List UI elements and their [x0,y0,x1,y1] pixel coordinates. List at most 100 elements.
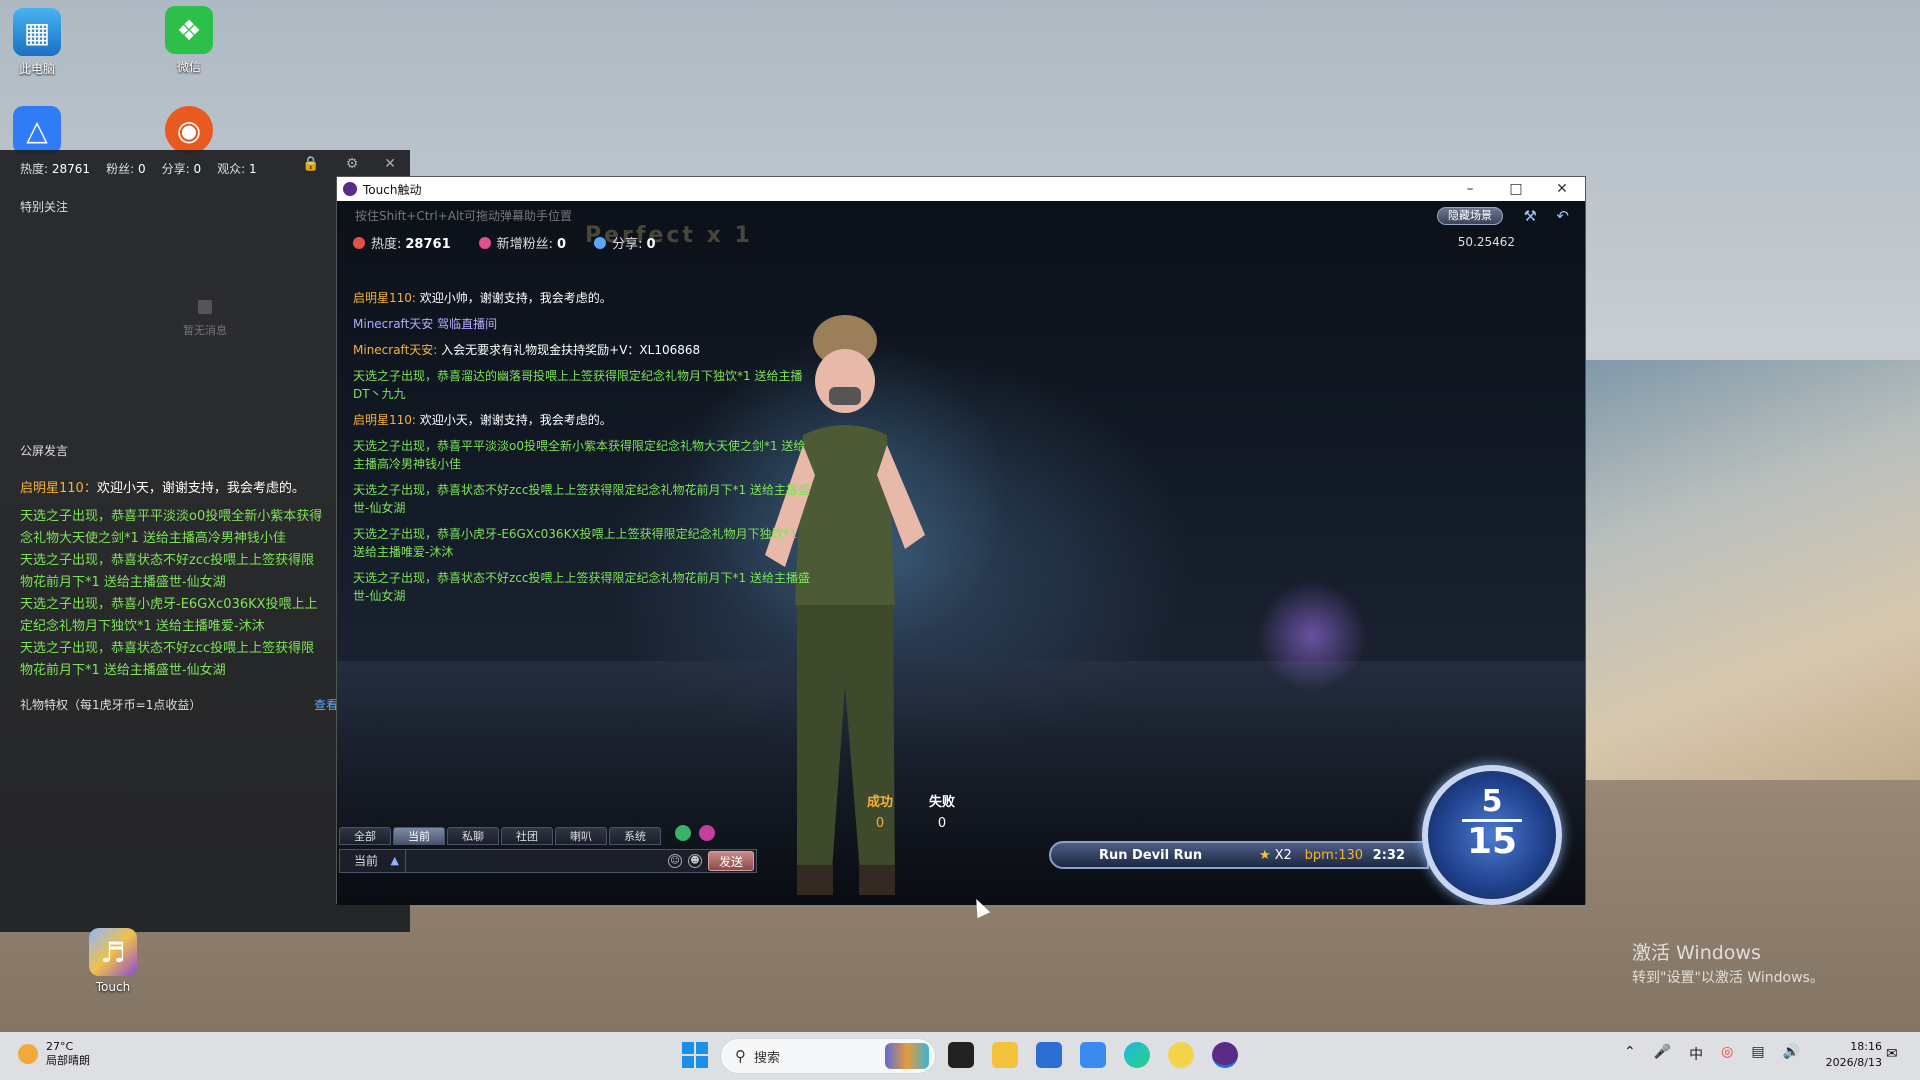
task-view-icon[interactable] [948,1042,974,1068]
wrench-icon[interactable]: ⚒ [1524,207,1537,225]
judge-counter: 成功 0 失败 0 [867,791,955,831]
store-icon[interactable] [1036,1042,1062,1068]
channel-select[interactable]: 当前 ▲ [340,850,406,872]
character-boot-right [859,865,895,895]
file-explorer-icon[interactable] [992,1042,1018,1068]
desktop-wallpaper [1580,360,1920,780]
chat-row: 启明星110: 欢迎小天，谢谢支持，我会考虑的。 [353,413,612,427]
song-info-bar: Run Devil Run ★ X2 bpm:130 2:32 [1049,841,1429,869]
window-title: Touch触动 [363,182,422,197]
taskbar: 27°C 局部晴朗 ⚲ 搜索 ⌃ 🎤 中 ◎ ▤ 🔊 18:16 2026/8/… [0,1032,1920,1080]
emoji-icon[interactable]: ☺ [668,854,682,868]
list-item: 天选之子出现，恭喜状态不好zcc投喂上上签获得限 [20,641,315,656]
tab-speaker[interactable]: 喇叭 [555,827,607,845]
danmaku-chat-log: 启明星110: 欢迎小帅，谢谢支持，我会考虑的。 Minecraft天安 驾临直… [353,289,813,613]
character-mask [829,387,861,405]
desktop-icon-this-pc[interactable]: ▦ 此电脑 [0,8,82,77]
chat-row: 天选之子出现，恭喜溜达的幽落哥投喂上上签获得限定纪念礼物月下独饮*1 送给主播D… [353,369,803,401]
beat-total: 15 [1466,821,1518,862]
tab-club[interactable]: 社团 [501,827,553,845]
antivirus-icon[interactable]: ◎ [1721,1044,1733,1064]
search-placeholder: 搜索 [754,1050,781,1066]
tab-current[interactable]: 当前 [393,827,445,845]
maximize-icon[interactable]: □ [1493,181,1539,197]
taskbar-clock[interactable]: 18:16 2026/8/13 [1820,1039,1882,1071]
chat-input[interactable] [406,850,668,872]
list-item: 天选之子出现，恭喜平平淡淡o0投喂全新小紫本获得 [20,509,323,524]
chrome-like-icon[interactable] [1168,1042,1194,1068]
smiley-icon[interactable]: ☻ [688,854,702,868]
notification-icon[interactable]: ✉ [1886,1046,1898,1062]
beat-dial: 5 15 [1422,765,1562,905]
stat-heat: 热度: 28761 [20,162,91,176]
send-button[interactable]: 发送 [708,851,754,871]
tab-private[interactable]: 私聊 [447,827,499,845]
gift-view-link[interactable]: 查看 [314,696,338,713]
song-time: 2:32 [1372,847,1405,863]
chat-input-row: 当前 ▲ ☺ ☻ 发送 [339,849,757,873]
search-icon: ⚲ [735,1047,746,1065]
song-name: Run Devil Run [1099,847,1203,863]
list-item: 念礼物大天使之剑*1 送给主播高冷男神钱小佳 [20,531,286,546]
network-icon[interactable]: ▤ [1751,1044,1764,1064]
game-window: Touch触动 – □ ✕ 按住Shift+Ctrl+Alt可拖动弹幕助手位置 … [336,176,1586,905]
beat-current: 5 [1481,784,1503,819]
tab-all[interactable]: 全部 [339,827,391,845]
close-window-icon[interactable]: ✕ [1539,181,1585,197]
close-icon[interactable]: ✕ [384,156,396,172]
chat-extra-icons [675,825,715,841]
desktop-icon-wechat[interactable]: ❖ 微信 [144,6,234,75]
song-bpm: bpm:130 [1304,847,1364,863]
empty-box-icon [198,300,212,314]
sun-cloud-icon [18,1044,38,1064]
edge-icon[interactable] [1124,1042,1150,1068]
green-emote-icon[interactable] [675,825,691,841]
tab-system[interactable]: 系统 [609,827,661,845]
chat-row: Minecraft天安: 入会无要求有礼物现金扶持奖励+V：XL106868 [353,343,701,357]
weather-widget[interactable]: 27°C 局部晴朗 [18,1040,90,1068]
list-item: 天选之子出现，恭喜状态不好zcc投喂上上签获得限 [20,553,315,568]
heart-icon [478,237,491,249]
minimize-icon[interactable]: – [1447,181,1493,197]
list-item: 定纪念礼物月下独饮*1 送给主播唯爱-沐沐 [20,619,265,634]
list-item: 天选之子出现，恭喜小虎牙-E6GXc036KX投喂上上 [20,597,318,612]
input-method-icon[interactable]: 中 [1689,1044,1703,1064]
success-counter: 成功 0 [867,795,894,831]
record-icon: ◉ [165,106,213,154]
chat-row: 启明星110: 欢迎小帅，谢谢支持，我会考虑的。 [353,291,612,305]
stat-fans: 粉丝: 0 [106,162,146,176]
character-legs [797,605,895,885]
game-stats-bar: 热度: 28761 新增粉丝: 0 分享: 0 [353,233,656,252]
meitu-taskbar-icon[interactable] [1080,1042,1106,1068]
chevron-up-icon[interactable]: ⌃ [1624,1044,1636,1064]
list-item: 物花前月下*1 送给主播盛世-仙女湖 [20,575,226,590]
microphone-icon[interactable]: 🎤 [1654,1044,1671,1064]
character-boot-left [797,865,833,895]
taskbar-search[interactable]: ⚲ 搜索 [720,1038,936,1074]
game-stat-shares: 分享: 0 [594,233,656,252]
desktop-icon-touch[interactable]: ♬ Touch [68,928,158,994]
triangle-up-icon: ▲ [390,854,399,867]
start-button[interactable] [682,1042,708,1068]
pink-emote-icon[interactable] [699,825,715,841]
chat-tabs: 全部 当前 私聊 社团 喇叭 系统 [339,827,661,845]
undo-icon[interactable]: ↶ [1556,207,1569,225]
score-multiplier: X2 [1274,847,1292,863]
m-logo-icon: △ [13,106,61,154]
game-stat-heat: 热度: 28761 [353,233,451,252]
lock-icon[interactable]: 🔒 [302,156,319,172]
list-item: 物花前月下*1 送给主播盛世-仙女湖 [20,663,226,678]
chat-row: 天选之子出现，恭喜状态不好zcc投喂上上签获得限定纪念礼物花前月下*1 送给主播… [353,483,810,515]
game-stat-new-fans: 新增粉丝: 0 [478,233,566,252]
game-scene[interactable]: 按住Shift+Ctrl+Alt可拖动弹幕助手位置 Perfect x 1 热度… [337,201,1585,905]
gift-privilege-text: 礼物特权（每1虎牙币=1点收益） [20,698,202,712]
lightning-effect [1257,581,1367,691]
star-icon: ★ [1259,847,1271,863]
hide-scene-button[interactable]: 隐藏场景 [1437,207,1503,225]
touch-taskbar-icon[interactable] [1212,1042,1238,1068]
special-follow-heading: 特别关注 [20,200,69,214]
volume-icon[interactable]: 🔊 [1783,1044,1800,1064]
settings-icon[interactable]: ⚙ [346,156,359,172]
window-titlebar[interactable]: Touch触动 – □ ✕ [337,177,1585,201]
wechat-icon: ❖ [165,6,213,54]
